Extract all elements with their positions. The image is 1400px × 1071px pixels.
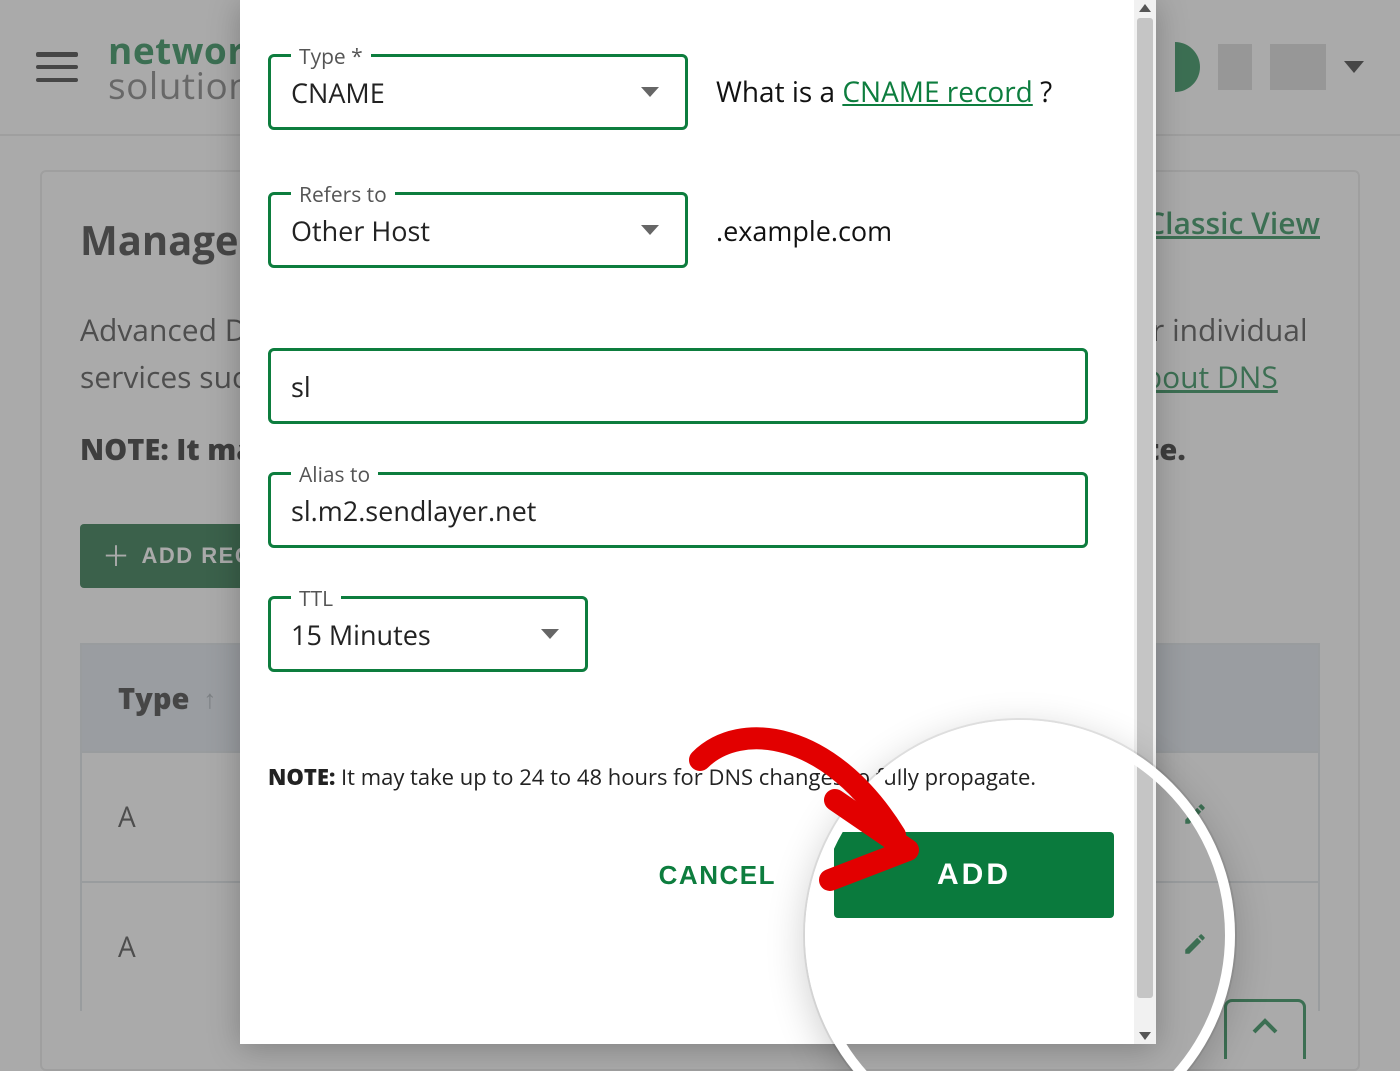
host-field[interactable] [268, 348, 1088, 424]
domain-suffix: .example.com [716, 212, 892, 249]
cname-record-link[interactable]: CNAME record [842, 73, 1032, 111]
what-is-helper: What is a CNAME record ? [716, 73, 1052, 111]
add-record-modal: Type * CNAME What is a CNAME record ? Re… [240, 0, 1156, 1044]
helper-pre: What is a [716, 73, 842, 111]
alias-to-input[interactable] [291, 492, 1065, 529]
refers-to-select[interactable]: Refers to Other Host [268, 192, 688, 268]
alias-to-label: Alias to [291, 461, 378, 489]
cancel-button[interactable]: CANCEL [631, 840, 804, 911]
type-label: Type * [291, 43, 371, 71]
refers-to-label: Refers to [291, 181, 395, 209]
ttl-label: TTL [291, 585, 341, 613]
note-text: It may take up to 24 to 48 hours for DNS… [335, 762, 1036, 792]
refers-to-value: Other Host [291, 212, 430, 249]
alias-to-field[interactable]: Alias to [268, 472, 1088, 548]
ttl-value: 15 Minutes [291, 616, 431, 653]
chevron-down-icon [541, 629, 559, 639]
modal-scrollbar[interactable] [1134, 0, 1156, 1044]
ttl-select[interactable]: TTL 15 Minutes [268, 596, 588, 672]
type-select[interactable]: Type * CNAME [268, 54, 688, 130]
chevron-down-icon [641, 225, 659, 235]
scroll-thumb[interactable] [1137, 18, 1153, 998]
host-input[interactable] [291, 368, 1065, 405]
scroll-down-icon[interactable] [1139, 1032, 1151, 1040]
helper-post: ? [1033, 73, 1052, 111]
scroll-up-icon[interactable] [1139, 4, 1151, 12]
modal-note: NOTE: It may take up to 24 to 48 hours f… [268, 762, 1128, 792]
note-bold: NOTE: [268, 762, 335, 792]
chevron-down-icon [641, 87, 659, 97]
add-button[interactable]: ADD [834, 832, 1114, 918]
type-value: CNAME [291, 74, 385, 111]
